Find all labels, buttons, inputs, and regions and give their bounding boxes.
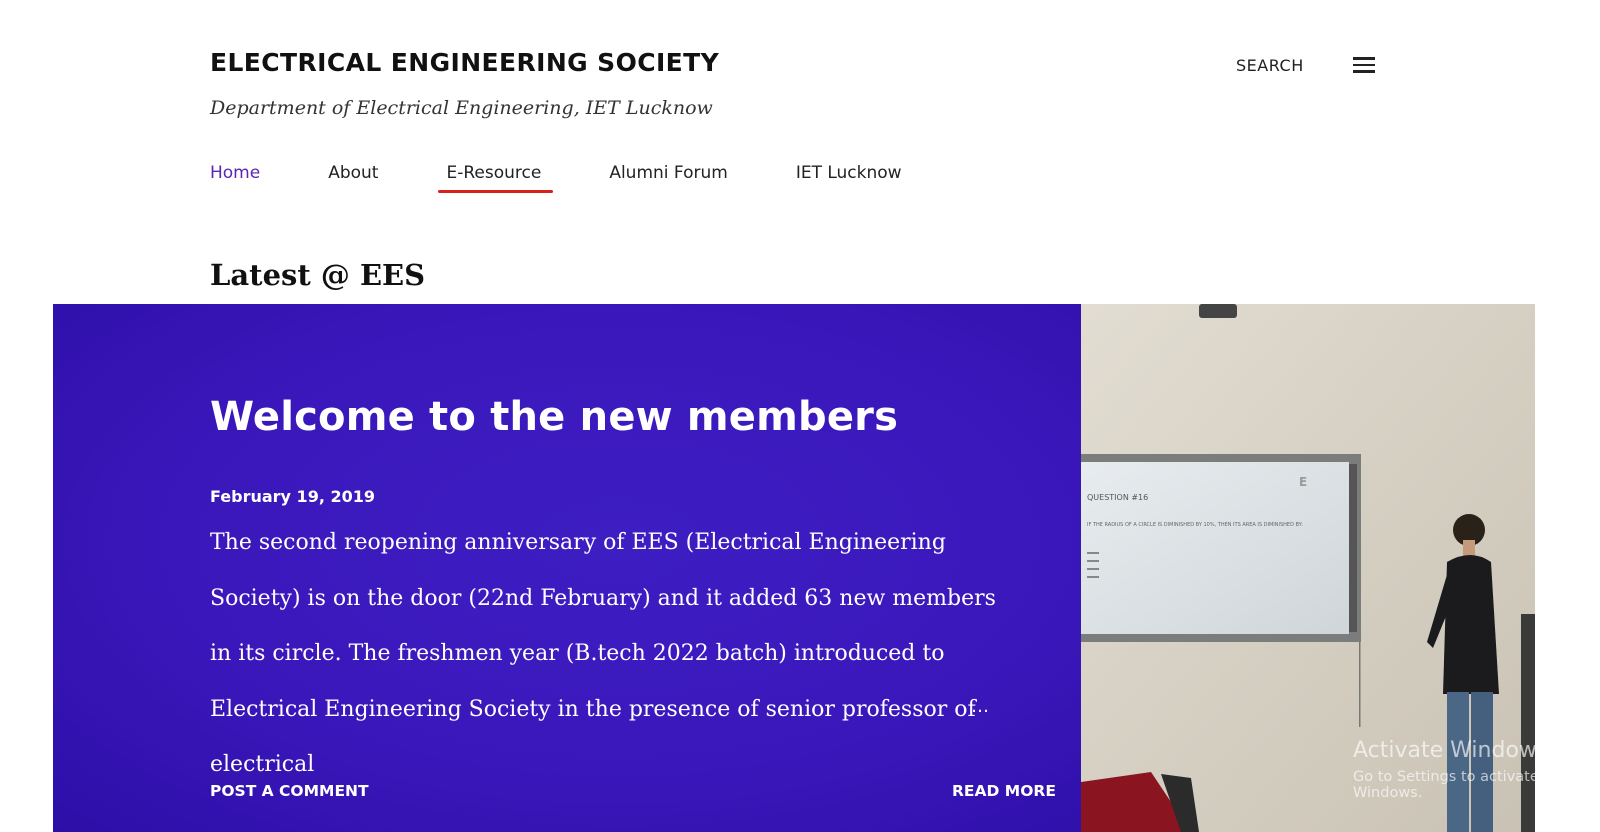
- classroom-photo: QUESTION #16 IF THE RADIUS OF A CIRCLE I…: [1081, 304, 1535, 832]
- post-snippet: The second reopening anniversary of EES …: [210, 530, 996, 777]
- post-comment-link[interactable]: POST A COMMENT: [210, 782, 369, 800]
- ellipsis-icon[interactable]: …: [971, 696, 989, 717]
- section-title: Latest @ EES: [210, 258, 426, 292]
- nav-item-alumni-forum[interactable]: Alumni Forum: [609, 163, 728, 183]
- screen-heading: QUESTION #16: [1087, 493, 1148, 502]
- nav-item-e-resource[interactable]: E-Resource: [438, 163, 554, 193]
- search-button[interactable]: SEARCH: [1236, 56, 1304, 75]
- post-date[interactable]: February 19, 2019: [210, 487, 375, 506]
- featured-post-image[interactable]: QUESTION #16 IF THE RADIUS OF A CIRCLE I…: [1081, 304, 1535, 832]
- hamburger-menu-icon[interactable]: [1353, 57, 1375, 74]
- site-description: Department of Electrical Engineering, IE…: [210, 97, 713, 119]
- nav-item-about[interactable]: About: [328, 163, 378, 183]
- nav-item-iet-lucknow[interactable]: IET Lucknow: [796, 163, 902, 183]
- nav-item-home[interactable]: Home: [210, 163, 260, 183]
- site-title[interactable]: ELECTRICAL ENGINEERING SOCIETY: [210, 48, 1380, 77]
- read-more-link[interactable]: READ MORE: [952, 782, 1056, 800]
- featured-post: Welcome to the new members February 19, …: [53, 304, 1081, 832]
- post-title[interactable]: Welcome to the new members: [210, 394, 898, 440]
- header-branding: ELECTRICAL ENGINEERING SOCIETY Departmen…: [210, 48, 1380, 119]
- screen-logo: E: [1299, 475, 1307, 489]
- main-nav: Home About E-Resource Alumni Forum IET L…: [210, 163, 970, 193]
- screen-question: IF THE RADIUS OF A CIRCLE IS DIMINISHED …: [1087, 522, 1303, 528]
